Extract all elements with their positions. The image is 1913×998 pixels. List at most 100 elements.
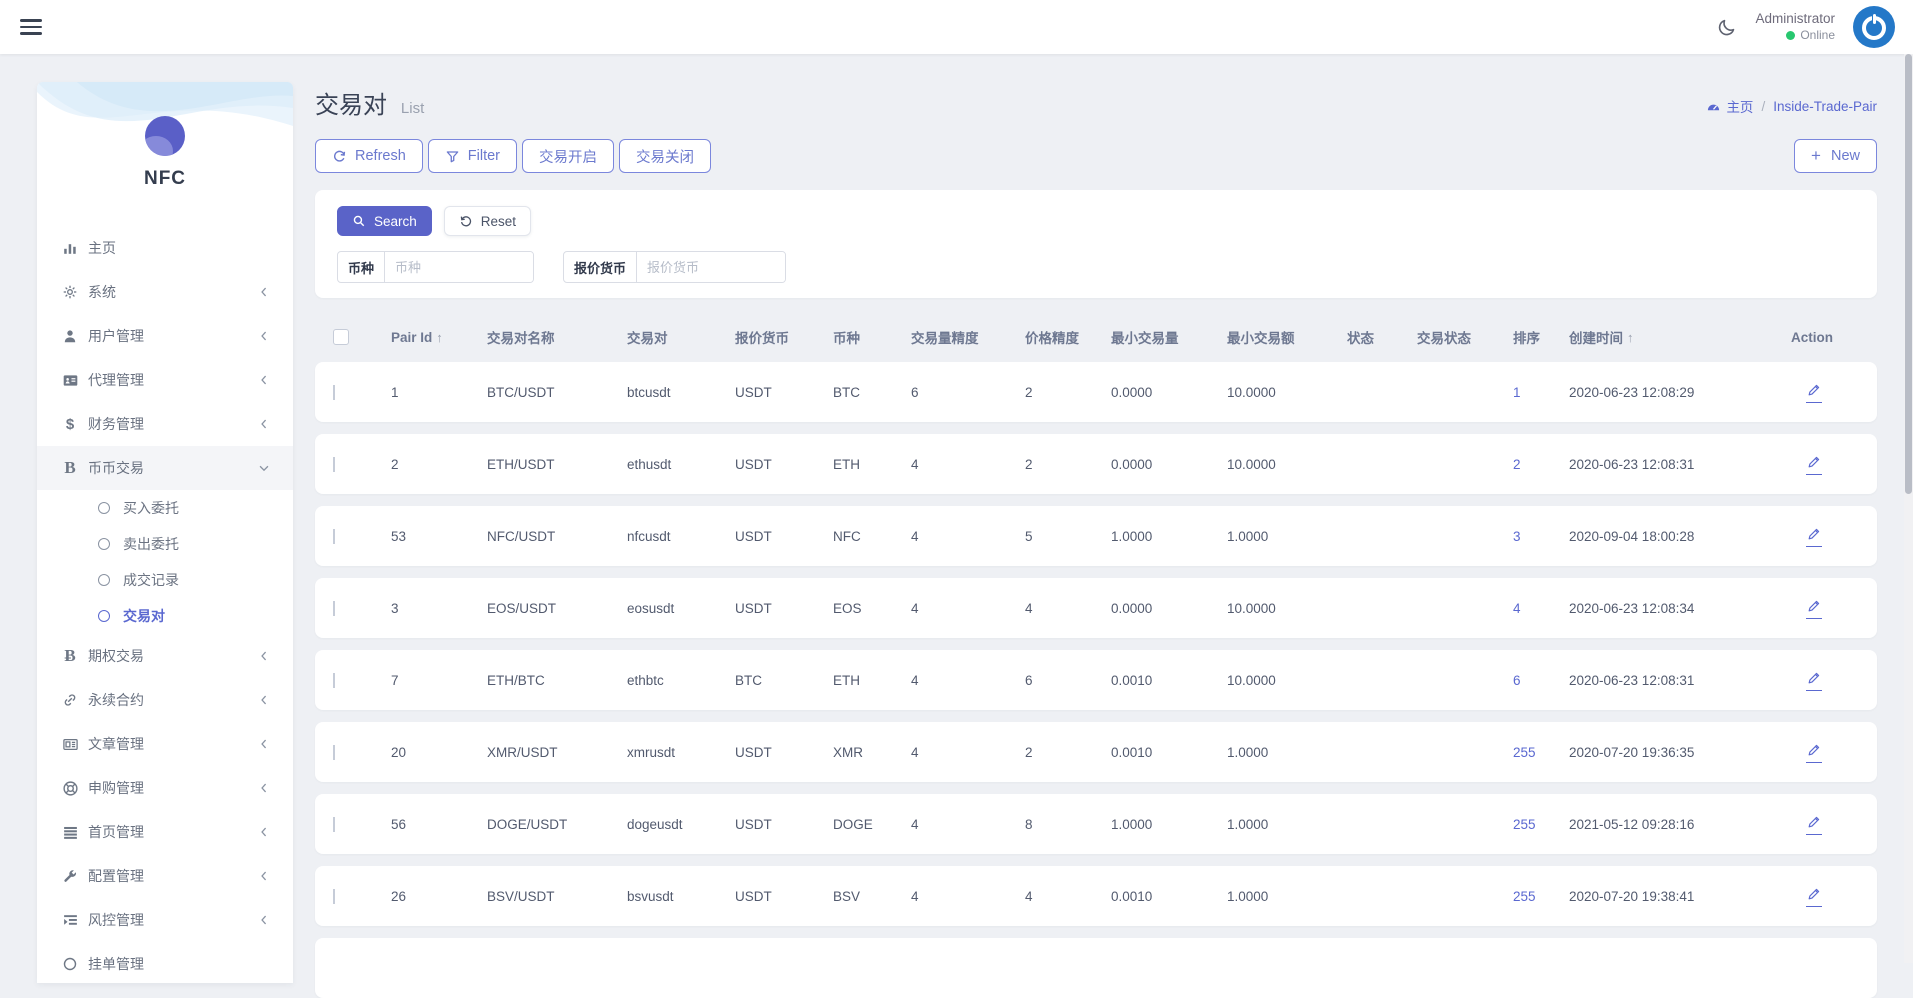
user-menu[interactable]: Administrator Online [1755, 11, 1835, 43]
sort-link[interactable]: 255 [1513, 817, 1536, 832]
edit-button[interactable] [1806, 742, 1822, 763]
cell-coin: ETH [815, 457, 893, 472]
sidebar-item-indent[interactable]: 风控管理 [37, 898, 293, 942]
cell-pair-id: 7 [373, 673, 469, 688]
sidebar-item-list[interactable]: 首页管理 [37, 810, 293, 854]
cell-quote: USDT [717, 457, 815, 472]
edit-button[interactable] [1806, 454, 1822, 475]
sidebar-item-bar-chart[interactable]: 主页 [37, 226, 293, 270]
sort-link[interactable]: 2 [1513, 457, 1521, 472]
gear-icon [61, 283, 79, 301]
select-all-checkbox[interactable] [333, 329, 349, 345]
breadcrumb-current: Inside-Trade-Pair [1773, 99, 1877, 114]
cell-min-volume: 0.0000 [1093, 601, 1209, 616]
circle-icon [98, 574, 110, 586]
avatar[interactable] [1853, 6, 1895, 48]
row-checkbox[interactable] [333, 745, 335, 760]
cell-min-amount: 1.0000 [1209, 817, 1329, 832]
search-button[interactable]: Search [337, 206, 432, 236]
toolbar-button-1[interactable]: Filter [428, 139, 517, 173]
pencil-icon [1806, 742, 1822, 761]
page-scrollbar[interactable] [1904, 54, 1913, 963]
column-header: 最小交易量 [1093, 327, 1209, 347]
row-checkbox[interactable] [333, 385, 335, 400]
row-checkbox[interactable] [333, 529, 335, 544]
toolbar-button-2[interactable]: 交易开启 [522, 139, 614, 173]
column-header: 交易状态 [1399, 327, 1495, 347]
cell-quote: USDT [717, 529, 815, 544]
list-icon [61, 823, 79, 841]
sort-link[interactable]: 1 [1513, 385, 1521, 400]
sidebar-subitem-label: 买入委托 [123, 498, 179, 518]
new-button[interactable]: + New [1794, 139, 1877, 173]
sidebar-toggle-button[interactable] [20, 15, 42, 39]
link-icon [61, 691, 79, 709]
pencil-icon [1806, 814, 1822, 833]
sort-link[interactable]: 255 [1513, 889, 1536, 904]
edit-button[interactable] [1806, 670, 1822, 691]
cell-name: ETH/USDT [469, 457, 609, 472]
cell-vol-precision: 4 [893, 601, 1007, 616]
top-navbar: Administrator Online [0, 0, 1913, 54]
sidebar-item-label: 代理管理 [88, 370, 257, 390]
sidebar-subitem[interactable]: 交易对 [37, 598, 293, 634]
toolbar: RefreshFilter交易开启交易关闭 + New [315, 139, 1877, 173]
cell-name: BTC/USDT [469, 385, 609, 400]
edit-button[interactable] [1806, 382, 1822, 403]
sidebar-item-wrench[interactable]: 配置管理 [37, 854, 293, 898]
online-dot [1786, 31, 1795, 40]
filter-field-input[interactable] [385, 252, 533, 282]
sort-link[interactable]: 255 [1513, 745, 1536, 760]
edit-button[interactable] [1806, 886, 1822, 907]
cell-sort: 255 [1495, 745, 1551, 760]
sidebar-item-life-ring[interactable]: 申购管理 [37, 766, 293, 810]
row-checkbox[interactable] [333, 601, 335, 616]
cell-name: NFC/USDT [469, 529, 609, 544]
filter-field-input[interactable] [637, 252, 785, 282]
sidebar-item-link[interactable]: 永续合约 [37, 678, 293, 722]
row-checkbox[interactable] [333, 817, 335, 832]
row-checkbox[interactable] [333, 889, 335, 904]
cell-created-at: 2020-07-20 19:38:41 [1551, 889, 1773, 904]
sidebar-item-label: 首页管理 [88, 822, 257, 842]
sort-asc-icon[interactable]: ↑ [1627, 330, 1634, 345]
cell-action [1773, 382, 1877, 403]
sidebar-item-user[interactable]: 用户管理 [37, 314, 293, 358]
cell-created-at: 2020-07-20 19:36:35 [1551, 745, 1773, 760]
edit-button[interactable] [1806, 814, 1822, 835]
toolbar-button-3[interactable]: 交易关闭 [619, 139, 711, 173]
toolbar-button-0[interactable]: Refresh [315, 139, 423, 173]
sidebar-subitem[interactable]: 买入委托 [37, 490, 293, 526]
column-header-label: 交易状态 [1417, 327, 1471, 347]
sidebar-item-gear[interactable]: 系统 [37, 270, 293, 314]
dark-mode-toggle[interactable] [1717, 17, 1737, 37]
row-checkbox[interactable] [333, 457, 335, 472]
sort-asc-icon[interactable]: ↑ [436, 330, 443, 345]
sidebar-subitem[interactable]: 成交记录 [37, 562, 293, 598]
sidebar-subitem[interactable]: 卖出委托 [37, 526, 293, 562]
sidebar-item-label: 用户管理 [88, 326, 257, 346]
sort-link[interactable]: 6 [1513, 673, 1521, 688]
sidebar-item-letter-b[interactable]: B币币交易 [37, 446, 293, 490]
column-header: 价格精度 [1007, 327, 1093, 347]
cell-vol-precision: 4 [893, 817, 1007, 832]
cell-name: ETH/BTC [469, 673, 609, 688]
edit-button[interactable] [1806, 526, 1822, 547]
scrollbar-thumb[interactable] [1905, 54, 1912, 494]
cell-price-precision: 2 [1007, 385, 1093, 400]
breadcrumb-home[interactable]: 主页 [1706, 96, 1753, 116]
sort-link[interactable]: 3 [1513, 529, 1521, 544]
sidebar-item-bitcoin[interactable]: Ƀ期权交易 [37, 634, 293, 678]
sort-link[interactable]: 4 [1513, 601, 1521, 616]
column-header-label: 最小交易量 [1111, 327, 1179, 347]
cell-created-at: 2020-06-23 12:08:31 [1551, 457, 1773, 472]
sidebar-item-dollar[interactable]: $财务管理 [37, 402, 293, 446]
edit-button[interactable] [1806, 598, 1822, 619]
cell-price-precision: 2 [1007, 745, 1093, 760]
row-checkbox[interactable] [333, 673, 335, 688]
sidebar-item-id-card[interactable]: 代理管理 [37, 358, 293, 402]
cell-min-amount: 10.0000 [1209, 457, 1329, 472]
reset-button[interactable]: Reset [444, 206, 531, 236]
chevron-left-icon [257, 285, 271, 299]
sidebar-item-newspaper[interactable]: 文章管理 [37, 722, 293, 766]
